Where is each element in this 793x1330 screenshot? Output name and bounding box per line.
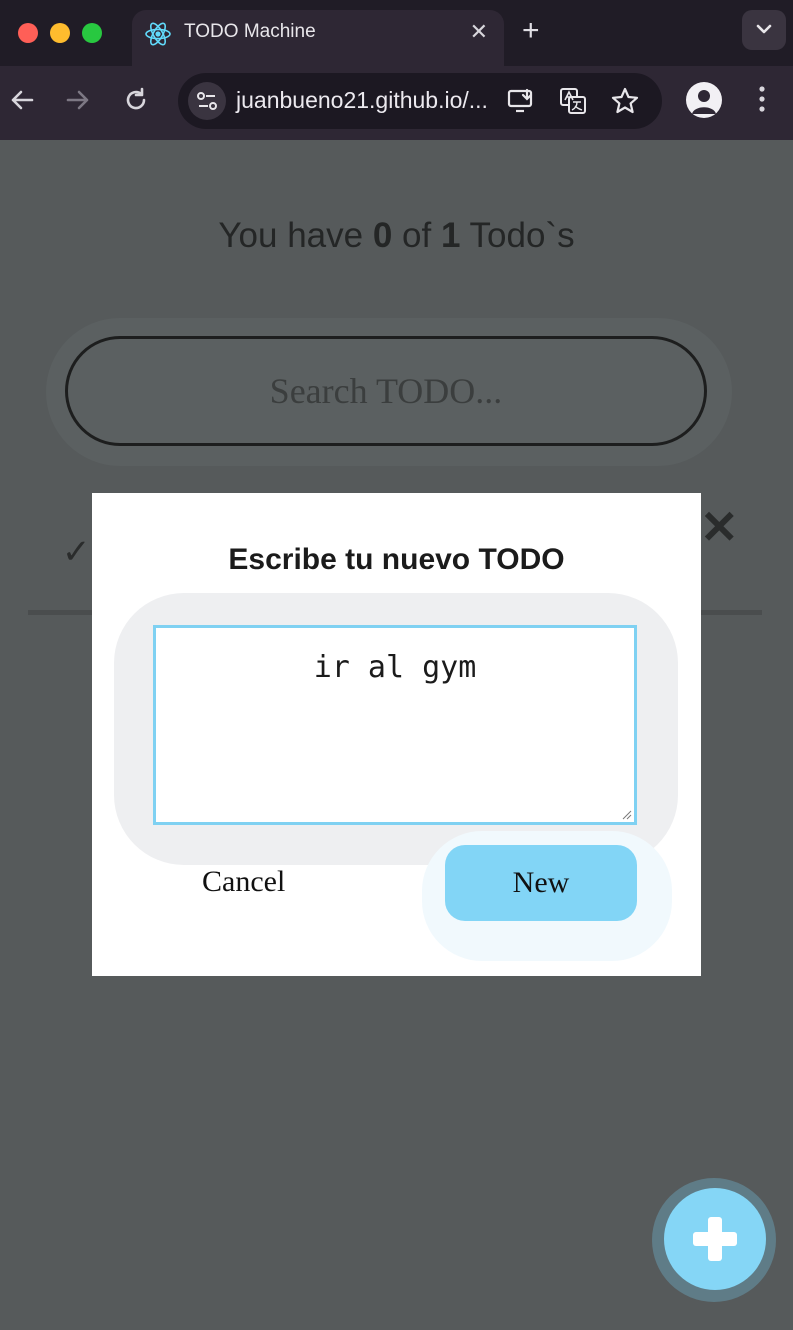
add-todo-button[interactable]: [664, 1188, 766, 1290]
person-icon: [692, 90, 716, 114]
tab-close-icon[interactable]: ✕: [470, 19, 488, 45]
search-input[interactable]: Search TODO...: [65, 336, 707, 446]
browser-tab[interactable]: TODO Machine ✕: [132, 10, 504, 66]
window-close-button[interactable]: [18, 23, 38, 43]
address-bar[interactable]: juanbueno21.github.io/...: [178, 73, 662, 129]
new-tab-button[interactable]: +: [522, 14, 540, 48]
reload-icon[interactable]: [122, 86, 150, 114]
tab-title: TODO Machine: [184, 21, 316, 42]
browser-chrome: TODO Machine ✕ + juanbueno21.github.io/.…: [0, 0, 793, 140]
modal-title: Escribe tu nuevo TODO: [228, 543, 565, 576]
translate-icon[interactable]: [558, 86, 588, 116]
tab-strip: TODO Machine ✕ +: [0, 0, 793, 66]
todo-textarea[interactable]: ir al gym: [153, 625, 637, 825]
delete-icon[interactable]: ✕: [700, 500, 739, 554]
url-text[interactable]: juanbueno21.github.io/...: [236, 87, 488, 114]
new-button[interactable]: New: [445, 845, 637, 921]
counter-completed: 0: [372, 216, 393, 255]
tune-icon: [197, 92, 217, 110]
counter-middle: of: [392, 216, 441, 255]
window-maximize-button[interactable]: [82, 23, 102, 43]
counter-total: 1: [440, 216, 461, 255]
check-icon[interactable]: ✓: [62, 532, 91, 572]
resize-handle-icon[interactable]: [620, 808, 632, 820]
more-menu-icon[interactable]: [755, 84, 769, 114]
window-minimize-button[interactable]: [50, 23, 70, 43]
textarea-value: ir al gym: [313, 650, 477, 685]
site-info-button[interactable]: [188, 82, 226, 120]
new-todo-modal: Escribe tu nuevo TODO ir al gym Cancel N…: [92, 493, 701, 976]
counter-prefix: You have: [218, 216, 373, 255]
plus-icon: [693, 1217, 737, 1261]
bookmark-star-icon[interactable]: [610, 86, 640, 116]
back-icon[interactable]: [8, 86, 36, 114]
react-favicon-icon: [145, 22, 171, 46]
todo-counter: You have 0 of 1 Todo`s: [0, 216, 793, 256]
counter-suffix: Todo`s: [460, 216, 575, 255]
tab-search-button[interactable]: [742, 10, 786, 50]
cancel-button[interactable]: Cancel: [202, 865, 302, 899]
forward-icon[interactable]: [64, 86, 92, 114]
profile-avatar[interactable]: [686, 82, 722, 118]
install-app-icon[interactable]: [506, 86, 536, 116]
chevron-down-icon: [756, 24, 772, 34]
